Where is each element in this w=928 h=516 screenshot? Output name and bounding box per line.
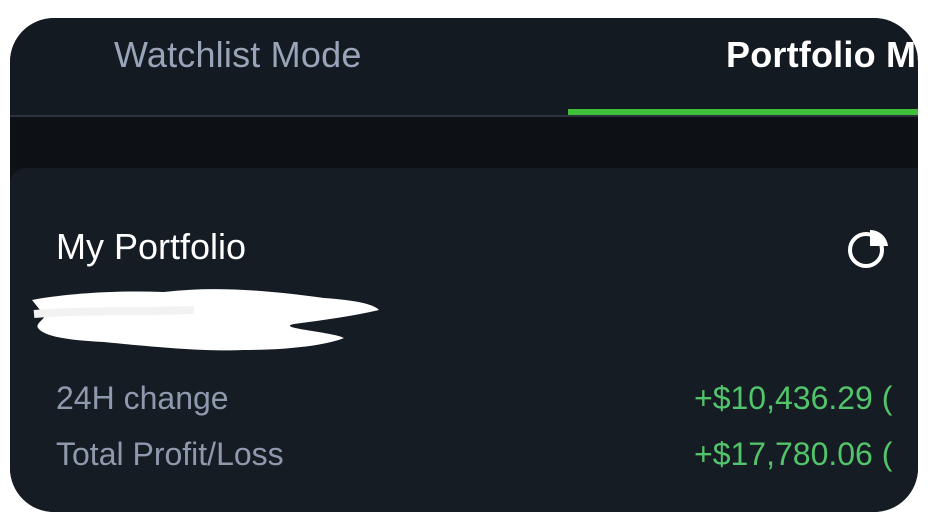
portfolio-card: My Portfolio 24H change +$10,436.29 ( To… — [10, 168, 918, 512]
tab-watchlist-mode[interactable]: Watchlist Mode — [114, 34, 362, 76]
total-profit-loss-value: +$17,780.06 ( — [694, 436, 893, 472]
section-gap — [10, 117, 918, 167]
change-24h-label: 24H change — [56, 380, 229, 416]
pie-chart-icon[interactable] — [846, 226, 890, 270]
portfolio-title: My Portfolio — [56, 226, 247, 267]
mode-tabs: Watchlist Mode Portfolio Mode — [10, 18, 918, 117]
tab-portfolio-mode[interactable]: Portfolio Mode — [726, 34, 918, 76]
total-profit-loss-label: Total Profit/Loss — [56, 436, 284, 472]
change-24h-value: +$10,436.29 ( — [694, 380, 893, 416]
app-frame: Watchlist Mode Portfolio Mode My Portfol… — [10, 18, 918, 512]
redacted-balance — [32, 289, 379, 351]
